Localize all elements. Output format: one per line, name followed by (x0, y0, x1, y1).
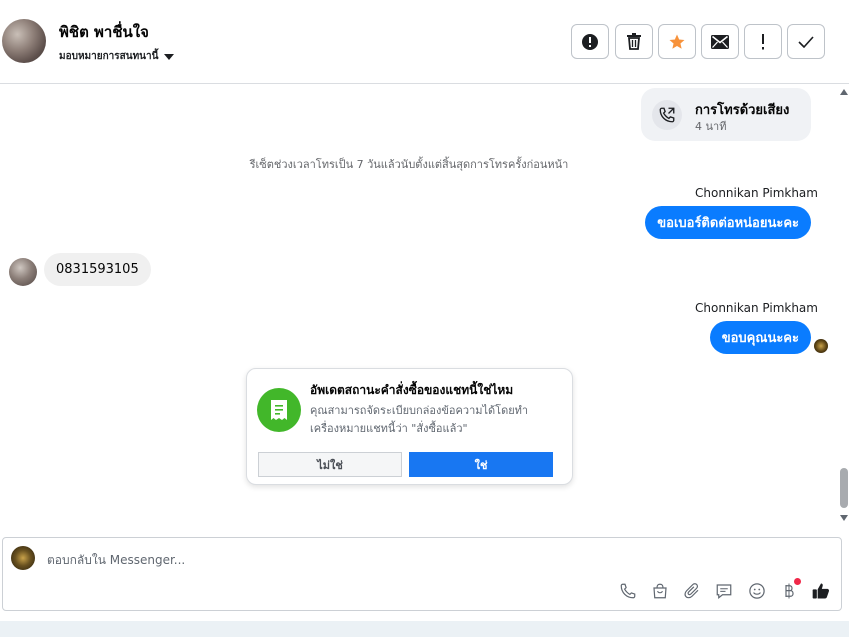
receipt-icon (271, 400, 287, 420)
call-duration: 4 นาที (695, 120, 727, 133)
chat-bubble-icon (716, 584, 732, 599)
call-button[interactable] (617, 580, 639, 602)
checkmark-icon (798, 35, 814, 48)
smiley-icon (749, 583, 765, 599)
paperclip-icon (684, 583, 699, 599)
mark-unread-button[interactable] (701, 24, 739, 59)
star-icon (669, 34, 685, 49)
star-button[interactable] (658, 24, 696, 59)
outgoing-message-bubble[interactable]: ขอเบอร์ติดต่อหน่อยนะคะ (645, 206, 811, 239)
call-icon-container (652, 100, 682, 130)
scroll-up-arrow-icon[interactable] (840, 89, 848, 95)
scrollbar-thumb[interactable] (840, 468, 848, 508)
scroll-down-arrow-icon[interactable] (840, 515, 848, 521)
envelope-icon (711, 34, 729, 49)
attach-button[interactable] (681, 580, 703, 602)
message-sender-name: Chonnikan Pimkham (695, 186, 818, 200)
follow-up-button[interactable] (744, 24, 782, 59)
contact-avatar[interactable] (2, 19, 46, 63)
read-receipt-avatar (814, 339, 828, 353)
phone-call-icon (659, 107, 675, 123)
outgoing-message-bubble[interactable]: ขอบคุณนะคะ (709, 321, 811, 354)
thumbs-up-icon (812, 583, 830, 599)
messenger-conversation-page: พิชิต พาชื่นใจ มอบหมายการสนทนานี้ การโทร… (0, 0, 849, 637)
order-prompt-no-button[interactable]: ไม่ใช่ (258, 452, 402, 477)
system-note: รีเซ็ตช่วงเวลาโทรเป็น 7 วันแล้วนับตั้งแต… (249, 158, 569, 171)
reply-input[interactable] (47, 550, 607, 570)
exclamation-icon (762, 33, 764, 49)
page-avatar (11, 546, 35, 570)
voice-call-card[interactable]: การโทรด้วยเสียง 4 นาที (641, 88, 811, 141)
contact-name[interactable]: พิชิต พาชื่นใจ (59, 20, 149, 44)
conversation-scrollbar[interactable] (839, 85, 849, 525)
trash-icon (627, 33, 641, 50)
assign-conversation-dropdown[interactable]: มอบหมายการสนทนานี้ (59, 49, 175, 64)
contact-avatar-small[interactable] (9, 258, 37, 286)
saved-replies-button[interactable] (713, 580, 735, 602)
emoji-button[interactable] (746, 580, 768, 602)
mark-spam-button[interactable] (571, 24, 609, 59)
order-prompt-description: คุณสามารถจัดระเบียบกล่องข้อความได้โดยทำเ… (310, 404, 529, 435)
message-composer (2, 537, 842, 611)
shopping-bag-icon (653, 583, 667, 599)
phone-icon (620, 583, 636, 599)
conversation-header: พิชิต พาชื่นใจ มอบหมายการสนทนานี้ (0, 0, 849, 84)
notification-dot (794, 578, 801, 585)
order-icon-container (257, 388, 301, 432)
incoming-message-bubble[interactable]: 0831593105 (44, 253, 151, 286)
like-button[interactable] (810, 580, 832, 602)
mark-done-button[interactable] (787, 24, 825, 59)
alert-circle-icon (582, 33, 598, 50)
shop-button[interactable] (649, 580, 671, 602)
message-sender-name: Chonnikan Pimkham (695, 301, 818, 315)
order-prompt-yes-button[interactable]: ใช่ (409, 452, 553, 477)
delete-button[interactable] (615, 24, 653, 59)
caret-down-icon (164, 53, 175, 60)
footer-strip (0, 621, 849, 637)
order-prompt-title: อัพเดตสถานะคำสั่งซื้อของแชทนี้ใช่ไหม (310, 383, 514, 397)
order-status-prompt: อัพเดตสถานะคำสั่งซื้อของแชทนี้ใช่ไหม คุณ… (246, 368, 573, 485)
assign-conversation-label: มอบหมายการสนทนานี้ (59, 51, 159, 62)
